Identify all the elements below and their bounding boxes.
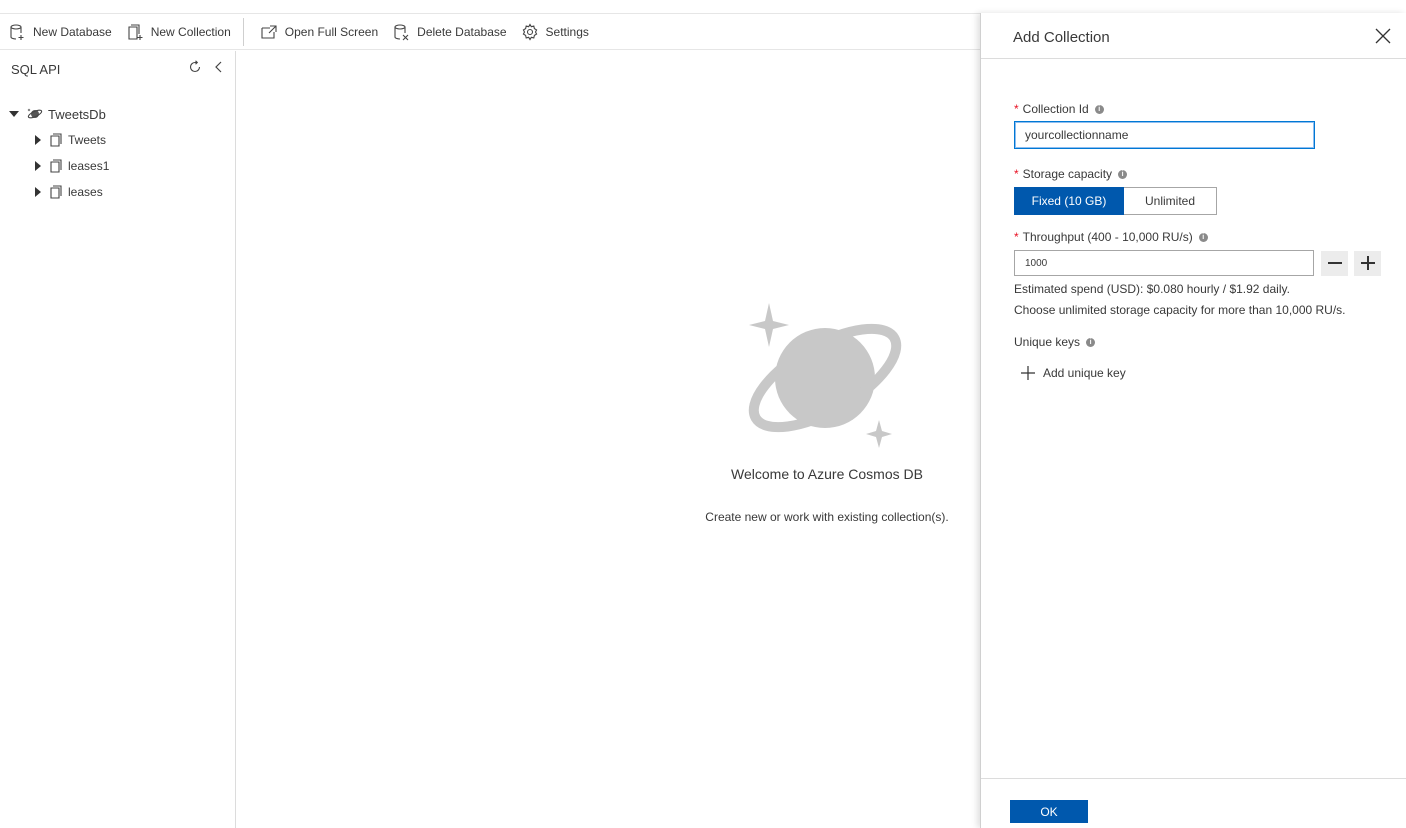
database-icon (27, 107, 43, 121)
collection-id-label: * Collection Id i (1014, 101, 1384, 117)
panel-title: Add Collection (1013, 29, 1110, 46)
collection-label: leases (68, 185, 103, 199)
required-marker: * (1014, 167, 1019, 181)
collection-id-input[interactable] (1014, 121, 1315, 149)
chevron-left-icon[interactable] (211, 59, 227, 75)
required-marker: * (1014, 102, 1019, 116)
throughput-label: * Throughput (400 - 10,000 RU/s) i (1014, 229, 1384, 245)
command-bar: New Database New Collection Open Full Sc… (0, 13, 980, 50)
collection-icon (50, 185, 62, 199)
add-collection-panel: Add Collection * Collection Id i * Stora… (980, 13, 1406, 828)
database-add-icon (10, 23, 24, 40)
settings-label: Settings (545, 24, 589, 39)
tree-database-tweetsdb[interactable]: TweetsDb (0, 101, 235, 127)
throughput-label-text: Throughput (400 - 10,000 RU/s) (1022, 230, 1193, 244)
plus-icon (1360, 256, 1375, 270)
open-full-screen-button[interactable]: Open Full Screen (252, 14, 384, 49)
resource-tree-pane: SQL API TweetsDb Tweets leases1 leases (0, 51, 236, 828)
tree-collection-tweets[interactable]: Tweets (0, 127, 235, 153)
api-title: SQL API (11, 61, 61, 77)
ok-button[interactable]: OK (1010, 800, 1088, 823)
unique-keys-label: Unique keys i (1014, 334, 1384, 350)
caret-down-icon[interactable] (9, 111, 19, 117)
toolbar-divider (242, 17, 244, 46)
new-database-label: New Database (33, 24, 112, 39)
unique-keys-label-text: Unique keys (1014, 335, 1081, 349)
storage-fixed-option[interactable]: Fixed (10 GB) (1014, 187, 1124, 215)
add-collection-form: * Collection Id i * Storage capacity i F… (1014, 101, 1384, 380)
required-marker: * (1014, 230, 1019, 244)
refresh-icon[interactable] (187, 59, 203, 75)
estimated-spend-text: Estimated spend (USD): $0.080 hourly / $… (1014, 282, 1290, 296)
welcome-subtitle: Create new or work with existing collect… (705, 510, 949, 524)
info-icon[interactable]: i (1086, 337, 1096, 347)
main-content: Welcome to Azure Cosmos DB Create new or… (237, 51, 979, 828)
collection-label: Tweets (68, 133, 107, 147)
collection-add-icon (128, 23, 143, 40)
decrement-button[interactable] (1321, 250, 1348, 276)
collection-icon (50, 159, 62, 173)
caret-right-icon[interactable] (35, 135, 41, 145)
delete-database-label: Delete Database (417, 24, 507, 39)
info-icon[interactable]: i (1118, 169, 1128, 179)
add-unique-key-label: Add unique key (1043, 366, 1126, 380)
resource-tree: TweetsDb Tweets leases1 leases (0, 101, 235, 205)
database-label: TweetsDb (48, 106, 106, 122)
panel-footer: OK (981, 778, 1406, 828)
throughput-stepper (1014, 250, 1384, 276)
close-icon[interactable] (1374, 27, 1392, 45)
collection-id-label-text: Collection Id (1022, 102, 1089, 116)
storage-unlimited-option[interactable]: Unlimited (1124, 187, 1217, 215)
tree-collection-leases1[interactable]: leases1 (0, 153, 235, 179)
collection-icon (50, 133, 62, 147)
tree-collection-leases[interactable]: leases (0, 179, 235, 205)
caret-right-icon[interactable] (35, 161, 41, 171)
estimated-spend-note: Estimated spend (USD): $0.080 hourly / $… (1014, 279, 1384, 321)
info-icon[interactable]: i (1094, 104, 1104, 114)
new-collection-button[interactable]: New Collection (118, 14, 237, 49)
cosmos-planet-icon (748, 303, 902, 448)
external-open-icon (261, 24, 277, 39)
minus-icon (1327, 262, 1342, 264)
collection-label: leases1 (68, 159, 110, 173)
new-collection-label: New Collection (150, 24, 231, 39)
storage-capacity-label: * Storage capacity i (1014, 166, 1384, 182)
storage-capacity-toggle: Fixed (10 GB) Unlimited (1014, 187, 1384, 215)
storage-capacity-label-text: Storage capacity (1022, 167, 1113, 181)
database-delete-icon (394, 23, 409, 40)
new-database-button[interactable]: New Database (0, 14, 118, 49)
caret-right-icon[interactable] (35, 187, 41, 197)
panel-header: Add Collection (981, 13, 1406, 59)
plus-icon (1021, 366, 1035, 380)
increment-button[interactable] (1354, 250, 1381, 276)
delete-database-button[interactable]: Delete Database (384, 14, 512, 49)
gear-icon (522, 22, 537, 41)
welcome-title: Welcome to Azure Cosmos DB (731, 466, 923, 482)
open-full-screen-label: Open Full Screen (284, 24, 379, 39)
settings-button[interactable]: Settings (513, 14, 595, 49)
throughput-input[interactable] (1014, 250, 1314, 276)
add-unique-key-button[interactable]: Add unique key (1021, 366, 1384, 380)
unlimited-storage-hint: Choose unlimited storage capacity for mo… (1014, 303, 1346, 317)
info-icon[interactable]: i (1198, 232, 1208, 242)
